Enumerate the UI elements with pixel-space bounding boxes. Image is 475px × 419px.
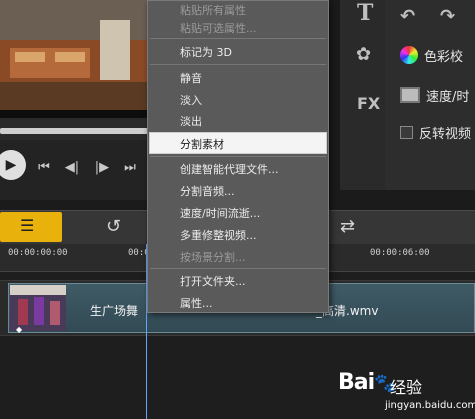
menu-item-fade-in[interactable]: 淡入 bbox=[180, 92, 202, 108]
speed-label: 速度/时 bbox=[426, 89, 470, 105]
menu-item-open-folder[interactable]: 打开文件夹... bbox=[180, 273, 246, 289]
reverse-video-checkbox[interactable] bbox=[400, 125, 413, 139]
color-wheel-icon bbox=[400, 46, 418, 64]
storyboard-icon: ☰ bbox=[20, 216, 35, 235]
menu-item-mark-3d[interactable]: 标记为 3D bbox=[180, 44, 232, 60]
menu-item-paste-all-attributes: 粘贴所有属性 bbox=[180, 4, 246, 17]
menu-item-highlight bbox=[149, 132, 327, 154]
menu-item-split-audio[interactable]: 分割音频... bbox=[180, 183, 235, 199]
speed-option[interactable]: 速度/时 bbox=[400, 84, 469, 106]
menu-item-fade-out[interactable]: 淡出 bbox=[180, 113, 202, 129]
fx-tab-icon[interactable]: FX bbox=[357, 94, 380, 113]
rotate-right-icon[interactable]: ↷ bbox=[440, 6, 455, 27]
rotate-left-icon[interactable]: ↶ bbox=[400, 6, 415, 27]
undo-icon[interactable]: ↺ bbox=[106, 216, 121, 237]
menu-separator bbox=[150, 268, 326, 269]
timecode-2: 00:00:06:00 bbox=[370, 248, 430, 258]
menu-item-paste-selected-attributes: 粘贴可选属性... bbox=[180, 22, 257, 35]
preview-image bbox=[0, 0, 160, 110]
menu-item-split-clip[interactable]: 分割素材 bbox=[180, 136, 224, 152]
audio-indicator-icon: ◆ bbox=[16, 325, 23, 334]
menu-item-create-smart-proxy[interactable]: 创建智能代理文件... bbox=[180, 161, 279, 177]
title-tab-icon[interactable]: T bbox=[357, 0, 373, 26]
color-correction-label: 色彩校 bbox=[424, 49, 464, 65]
baidu-watermark-logo: Bai🐾 bbox=[338, 370, 397, 395]
effects-tab-icon[interactable]: ✿ bbox=[356, 44, 371, 65]
menu-separator bbox=[150, 38, 326, 39]
preview-scrubber[interactable] bbox=[0, 128, 155, 134]
menu-separator bbox=[150, 64, 326, 65]
go-end-icon[interactable]: ⏭ bbox=[120, 158, 140, 178]
menu-item-split-by-scene: 按场景分割... bbox=[180, 251, 246, 264]
preview-monitor bbox=[0, 0, 160, 118]
color-correction-option[interactable]: 色彩校 bbox=[400, 44, 463, 66]
menu-item-speed-time-lapse[interactable]: 速度/时间流逝... bbox=[180, 205, 260, 221]
baidu-watermark-url: jingyan.baidu.com bbox=[385, 400, 475, 411]
timecode-0: 00:00:00:00 bbox=[8, 248, 68, 258]
reverse-video-label: 反转视频 bbox=[419, 126, 472, 142]
prev-frame-icon[interactable]: ◀| bbox=[62, 158, 82, 178]
reverse-video-option[interactable]: 反转视频 bbox=[400, 121, 471, 143]
redo-icon[interactable]: ⇄ bbox=[340, 216, 355, 237]
menu-item-properties[interactable]: 属性... bbox=[180, 295, 213, 311]
go-start-icon[interactable]: ⏮ bbox=[34, 158, 54, 178]
menu-item-multi-trim-video[interactable]: 多重修整视频... bbox=[180, 227, 257, 243]
menu-separator bbox=[150, 156, 326, 157]
baidu-watermark-suffix: 经验 bbox=[390, 378, 423, 397]
speed-icon bbox=[400, 87, 420, 103]
menu-item-mute[interactable]: 静音 bbox=[180, 70, 202, 86]
next-frame-icon[interactable]: |▶ bbox=[92, 158, 112, 178]
